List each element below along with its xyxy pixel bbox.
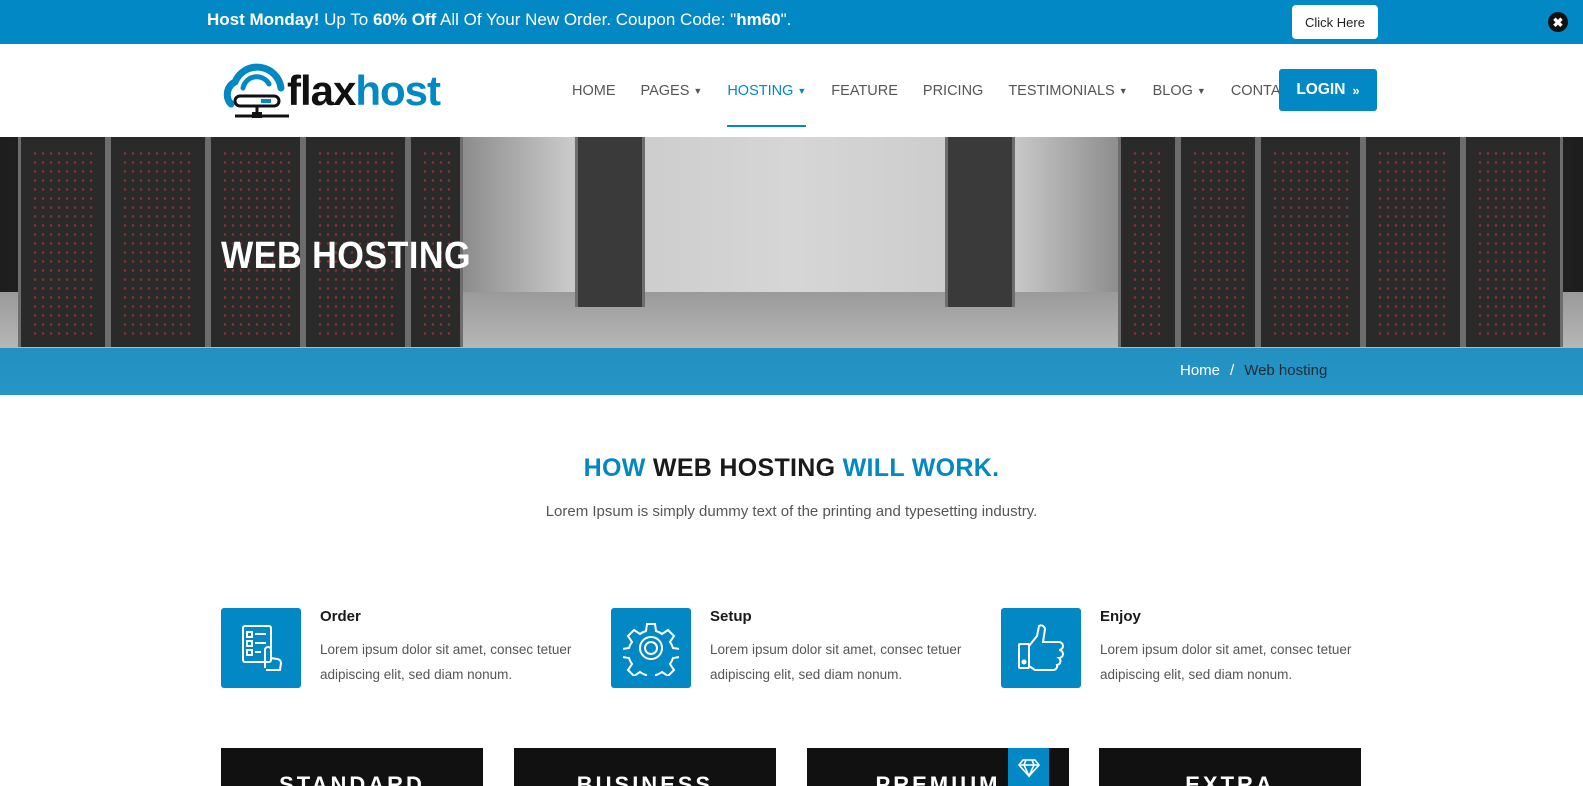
double-chevron-right-icon: »: [1352, 82, 1360, 98]
gear-icon: [623, 623, 679, 676]
step-icon-box: [221, 608, 301, 688]
site-logo[interactable]: flaxhost: [221, 58, 461, 124]
pricing-card-extra: EXTRA: [1099, 748, 1361, 786]
main-nav: HOME PAGES ▼ HOSTING ▼ FEATURE PRICING TES…: [572, 44, 1325, 137]
nav-item-label: BLOG: [1152, 82, 1193, 99]
pricing-card-title: STANDARD: [279, 772, 425, 786]
nav-item-label: FEATURE: [831, 82, 898, 99]
nav-item-hosting[interactable]: HOSTING ▼: [727, 44, 806, 137]
step-description: Lorem ipsum dolor sit amet, consec tetue…: [710, 642, 962, 682]
nav-item-pages[interactable]: PAGES ▼: [641, 44, 703, 137]
chevron-down-icon: ▼: [797, 85, 807, 96]
breadcrumb-separator: /: [1230, 362, 1235, 379]
server-rack-image: [945, 137, 1015, 307]
diamond-icon: [1017, 759, 1040, 778]
promo-bar: Host Monday! Up To 60% Off All Of Your N…: [0, 0, 1583, 44]
server-rack-image: [1258, 137, 1363, 347]
pricing-card-title: BUSINESS: [576, 772, 714, 786]
section-subtitle: Lorem Ipsum is simply dummy text of the …: [545, 503, 1038, 520]
step-description: Lorem ipsum dolor sit amet, consec tetue…: [320, 642, 572, 682]
close-icon[interactable]: ✖: [1548, 12, 1568, 32]
site-header: flaxhost HOME PAGES ▼ HOSTING ▼ FEATURE PR…: [0, 44, 1583, 137]
server-rack-image: [1363, 137, 1463, 347]
thumbs-up-icon: [1018, 624, 1064, 671]
server-rack-image: [575, 137, 645, 307]
section-title: HOW WEB HOSTING WILL WORK.: [0, 454, 1583, 483]
nav-item-blog[interactable]: BLOG ▼: [1153, 44, 1206, 137]
breadcrumb-bar: Home / Web hosting: [0, 348, 1583, 395]
nav-item-label: HOSTING: [727, 82, 794, 99]
breadcrumb: Home / Web hosting: [1180, 362, 1327, 379]
nav-item-home[interactable]: HOME: [572, 44, 616, 137]
promo-text: Host Monday! Up To 60% Off All Of Your N…: [207, 10, 791, 30]
nav-item-label: PRICING: [922, 82, 984, 99]
step-title: Setup: [710, 608, 752, 625]
login-button[interactable]: LOGIN »: [1279, 69, 1377, 111]
nav-item-feature[interactable]: FEATURE: [831, 44, 898, 137]
nav-item-label: TESTIMONIALS: [1008, 82, 1115, 99]
step-card-order: Order Lorem ipsum dolor sit amet, consec…: [221, 608, 581, 690]
section-title-part: WILL WORK.: [842, 454, 1000, 482]
pricing-card-title: EXTRA: [1185, 772, 1275, 786]
section-title-part: HOW: [583, 454, 646, 482]
chevron-down-icon: ▼: [1196, 85, 1206, 96]
pricing-card-standard: STANDARD: [221, 748, 483, 786]
cloud-server-logo-icon: [223, 63, 289, 118]
breadcrumb-current: Web hosting: [1244, 362, 1328, 379]
promo-discount: 60% Off: [372, 10, 437, 29]
nav-item-testimonials[interactable]: TESTIMONIALS ▼: [1008, 44, 1127, 137]
promo-text-part: Up To: [319, 10, 373, 29]
nav-item-label: PAGES: [640, 82, 690, 99]
breadcrumb-home-link[interactable]: Home: [1180, 362, 1220, 379]
login-button-label: LOGIN: [1296, 81, 1346, 98]
step-title: Enjoy: [1100, 608, 1141, 625]
server-rack-image: [18, 137, 108, 347]
promo-coupon-code: hm60: [736, 10, 781, 29]
logo-text-host: host: [355, 67, 441, 114]
pricing-card-premium: PREMIUM: [807, 748, 1069, 786]
logo-text-flax: flax: [287, 67, 356, 114]
page-title: WEB HOSTING: [221, 235, 472, 277]
step-description: Lorem ipsum dolor sit amet, consec tetue…: [1100, 642, 1352, 682]
promo-click-here-button[interactable]: Click Here: [1292, 5, 1378, 39]
step-icon-box: [611, 608, 691, 688]
page-hero-banner: WEB HOSTING Home / Web hosting: [0, 137, 1583, 395]
promo-text-part: All Of Your New Order. Coupon Code: ": [436, 10, 737, 29]
section-title-part: WEB HOSTING: [652, 454, 836, 482]
server-rack-image: [108, 137, 208, 347]
nav-item-label: HOME: [572, 82, 616, 99]
featured-badge: [1008, 748, 1049, 786]
server-rack-image: [1463, 137, 1563, 347]
step-card-setup: Setup Lorem ipsum dolor sit amet, consec…: [611, 608, 971, 690]
server-rack-image: [1118, 137, 1178, 347]
logo-wordmark: flaxhost: [287, 67, 441, 115]
checklist-hand-icon: [242, 625, 283, 671]
nav-item-pricing[interactable]: PRICING: [923, 44, 983, 137]
pricing-card-business: BUSINESS: [514, 748, 776, 786]
step-title: Order: [320, 608, 361, 625]
server-rack-image: [1178, 137, 1258, 347]
promo-text-part: ".: [780, 10, 792, 29]
promo-highlight: Host Monday!: [207, 10, 320, 29]
step-icon-box: [1001, 608, 1081, 688]
chevron-down-icon: ▼: [1118, 85, 1128, 96]
chevron-down-icon: ▼: [693, 85, 703, 96]
step-card-enjoy: Enjoy Lorem ipsum dolor sit amet, consec…: [1001, 608, 1361, 690]
